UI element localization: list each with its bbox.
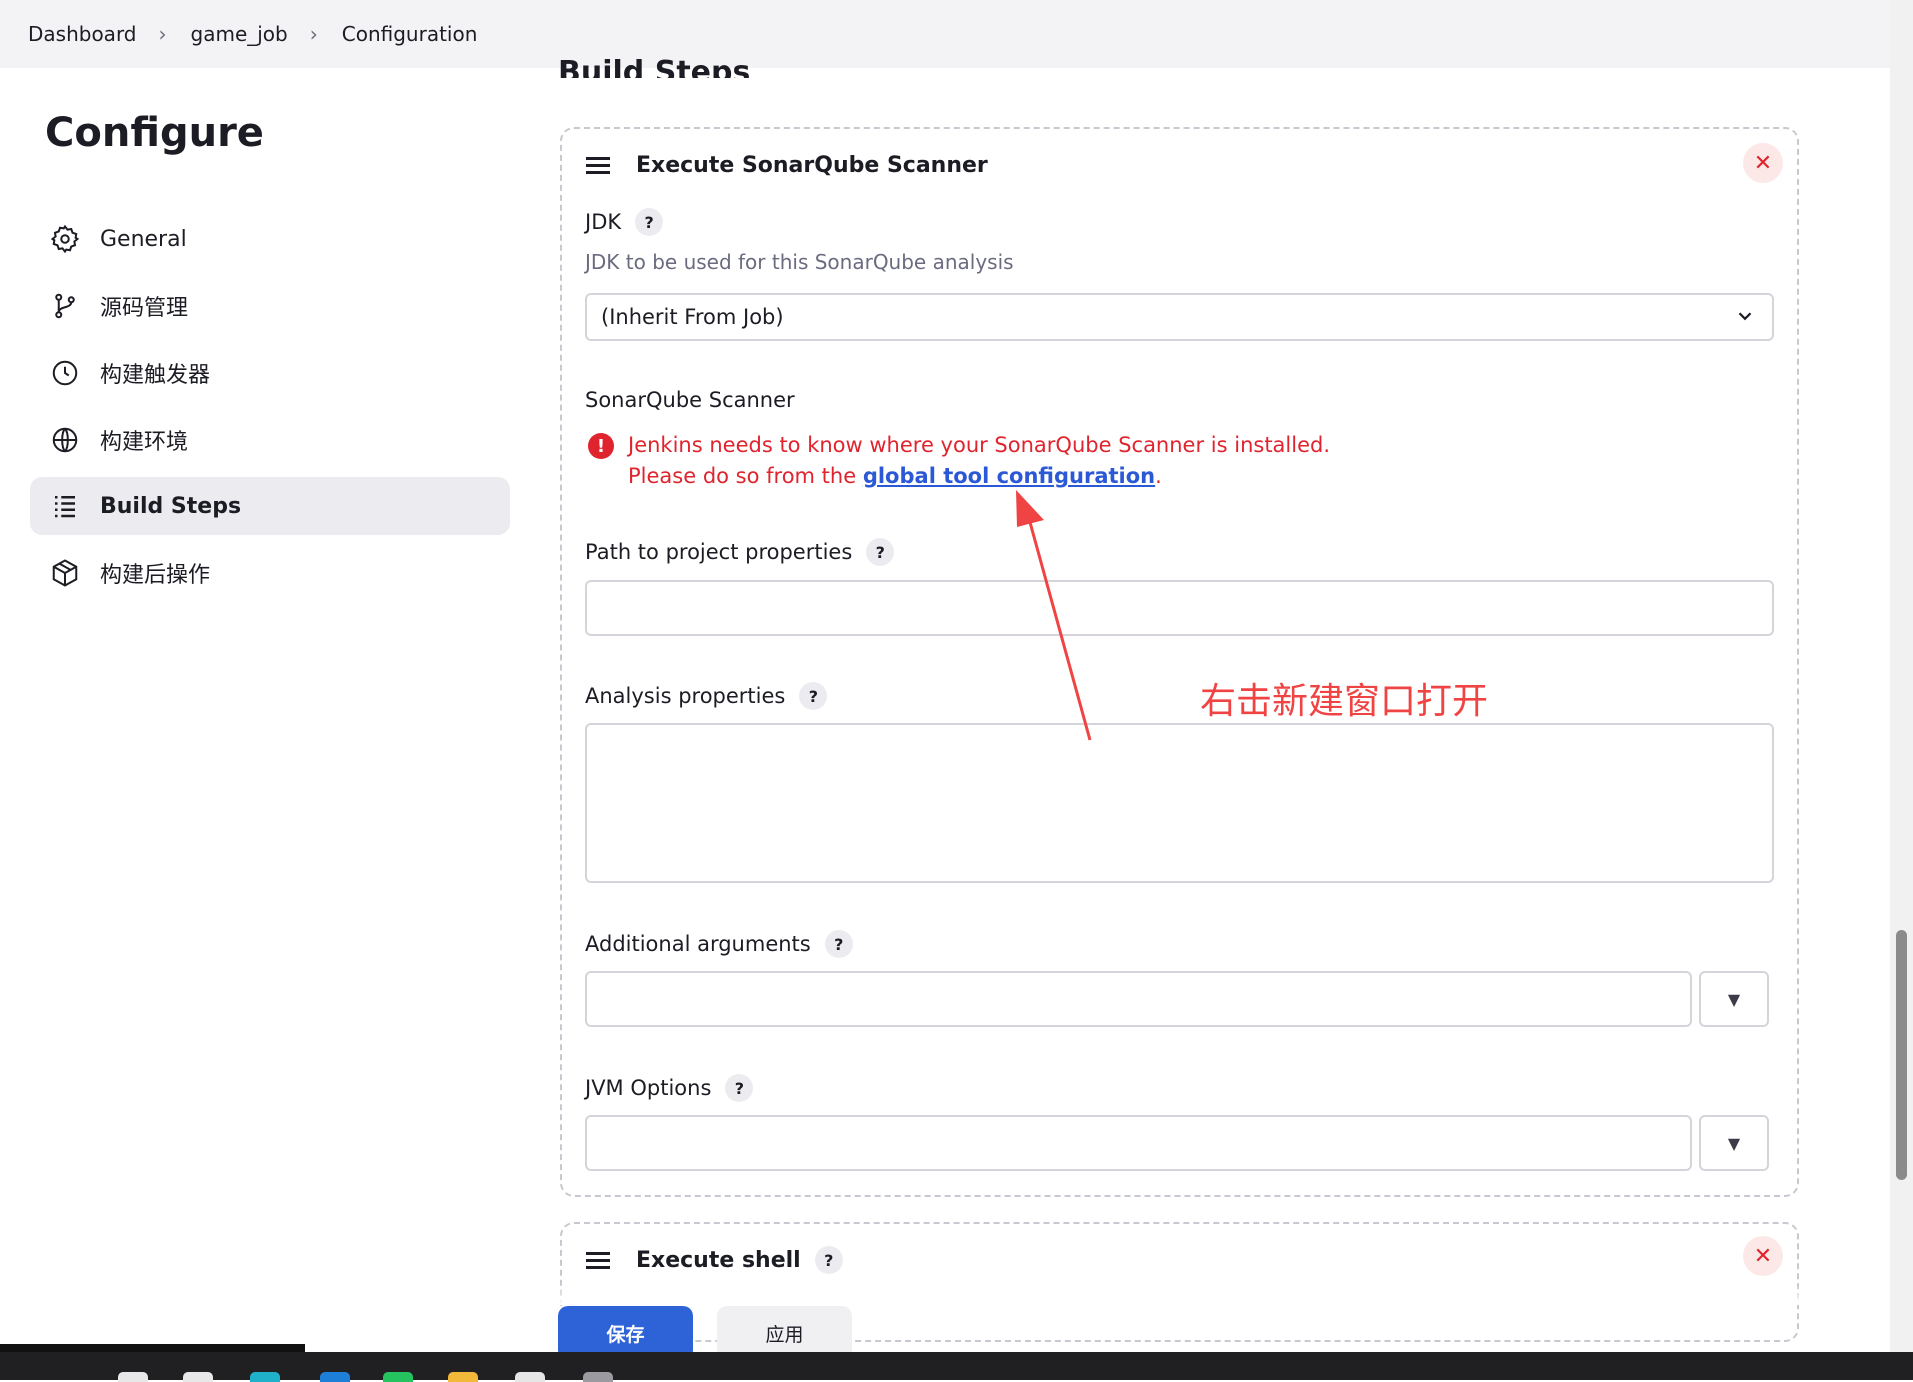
help-icon[interactable]: ? (635, 208, 664, 236)
analysis-label: Analysis properties ? (585, 682, 828, 710)
project-properties-path-input[interactable] (585, 580, 1774, 636)
folder-icon[interactable] (448, 1372, 478, 1382)
breadcrumb-configuration[interactable]: Configuration (342, 22, 478, 46)
globe-icon (48, 423, 82, 457)
error-icon: ! (588, 433, 614, 459)
path-label-text: Path to project properties (585, 540, 853, 564)
sidebar-item-build-steps[interactable]: Build Steps (30, 477, 510, 535)
sonarqube-step-panel: Execute SonarQube Scanner ✕ (560, 127, 1799, 1197)
sidebar-item-environment[interactable]: 构建环境 (30, 411, 510, 469)
sidebar-item-label: Build Steps (100, 493, 242, 519)
branch-icon (48, 289, 82, 323)
args-expand-button[interactable]: ▼ (1699, 971, 1769, 1027)
page-title: Configure (45, 110, 264, 156)
error-line-1: Jenkins needs to know where your SonarQu… (628, 433, 1331, 457)
sidebar-item-label: 构建触发器 (100, 363, 211, 388)
analysis-properties-textarea[interactable] (585, 723, 1774, 883)
app-icon[interactable] (183, 1372, 213, 1382)
path-label: Path to project properties ? (585, 538, 895, 566)
global-tool-config-link[interactable]: global tool configuration (863, 464, 1155, 488)
sidebar-item-label: 构建环境 (100, 430, 189, 455)
breadcrumb: Dashboard › game_job › Configuration (0, 0, 1890, 68)
step-title: Execute SonarQube Scanner (636, 153, 988, 178)
help-icon[interactable]: ? (824, 930, 853, 958)
sidebar-item-post-build[interactable]: 构建后操作 (30, 544, 510, 602)
app-icon[interactable] (118, 1372, 148, 1382)
help-icon[interactable]: ? (814, 1246, 843, 1274)
help-icon[interactable]: ? (725, 1074, 754, 1102)
error-line-2: Please do so from the global tool config… (628, 461, 1330, 492)
jvm-label-text: JVM Options (585, 1076, 712, 1100)
scanner-label-text: SonarQube Scanner (585, 388, 795, 412)
scanner-label: SonarQube Scanner (585, 388, 795, 412)
step-title: Execute shell (636, 1247, 801, 1273)
jdk-description: JDK to be used for this SonarQube analys… (585, 250, 1014, 274)
jvm-options-input[interactable] (585, 1115, 1692, 1171)
jvm-expand-button[interactable]: ▼ (1699, 1115, 1769, 1171)
close-icon[interactable]: ✕ (1743, 1236, 1783, 1276)
sidebar-item-label: 构建后操作 (100, 563, 211, 588)
breadcrumb-job[interactable]: game_job (191, 22, 288, 46)
clock-icon (48, 356, 82, 390)
bottom-fade (540, 1285, 1830, 1305)
error-line-2-suffix: . (1155, 464, 1162, 488)
chevron-right-icon: › (309, 22, 318, 46)
sidebar-item-triggers[interactable]: 构建触发器 (30, 344, 510, 402)
sidebar-item-label: General (100, 226, 187, 252)
help-icon[interactable]: ? (866, 538, 895, 566)
breadcrumb-dashboard[interactable]: Dashboard (28, 22, 137, 46)
taskbar-edge (0, 1344, 305, 1352)
jdk-label-text: JDK (585, 210, 622, 234)
sidebar-item-label: 源码管理 (100, 296, 189, 321)
args-label-text: Additional arguments (585, 932, 811, 956)
error-line-2-prefix: Please do so from the (628, 464, 863, 488)
gear-icon (48, 222, 82, 256)
annotation-text: 右击新建窗口打开 (1200, 681, 1489, 722)
help-icon[interactable]: ? (799, 682, 828, 710)
app-icon[interactable] (383, 1372, 413, 1382)
jdk-select[interactable]: (Inherit From Job) (585, 293, 1774, 341)
step-header: Execute SonarQube Scanner (586, 153, 988, 178)
section-title: Build Steps (558, 55, 751, 78)
sidebar-item-scm[interactable]: 源码管理 (30, 277, 510, 335)
chevron-right-icon: › (158, 22, 167, 46)
close-icon[interactable]: ✕ (1743, 143, 1783, 183)
args-label: Additional arguments ? (585, 930, 853, 958)
sidebar-item-general[interactable]: General (30, 210, 510, 268)
jdk-select-value: (Inherit From Job) (601, 305, 784, 329)
package-icon (48, 556, 82, 590)
app-icon[interactable] (320, 1372, 350, 1382)
os-taskbar (0, 1344, 1913, 1382)
app-icon[interactable] (583, 1372, 613, 1382)
chevron-down-icon (1738, 312, 1752, 321)
drag-handle-icon[interactable] (586, 1248, 610, 1273)
scrollbar[interactable] (1890, 0, 1913, 1352)
analysis-label-text: Analysis properties (585, 684, 786, 708)
scanner-error: ! Jenkins needs to know where your Sonar… (588, 430, 1330, 492)
step-header: Execute shell ? (586, 1246, 843, 1274)
jdk-label: JDK ? (585, 208, 664, 236)
app-icon[interactable] (515, 1372, 545, 1382)
scrollbar-thumb[interactable] (1896, 930, 1907, 1180)
additional-arguments-input[interactable] (585, 971, 1692, 1027)
jvm-label: JVM Options ? (585, 1074, 754, 1102)
app-icon[interactable] (250, 1372, 280, 1382)
drag-handle-icon[interactable] (586, 153, 610, 178)
list-icon (48, 489, 82, 523)
